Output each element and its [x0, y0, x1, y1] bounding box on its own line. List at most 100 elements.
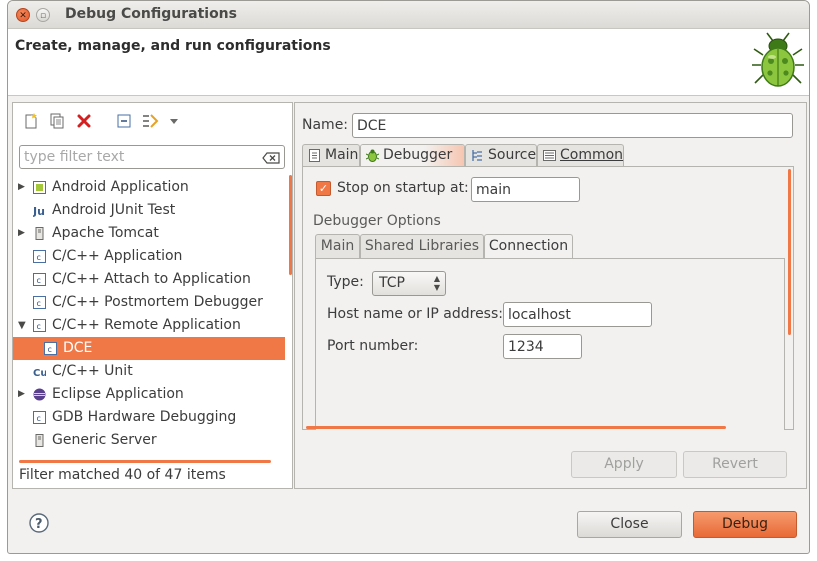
debug-configurations-window: ✕ ▫ Debug Configurations Create, manage,…: [7, 0, 810, 554]
configuration-list-pane: ▶ Android Application Ju Android JUnit T…: [12, 102, 293, 489]
tree-item-label: GDB Hardware Debugging: [52, 409, 237, 425]
debug-label: Debug: [721, 516, 769, 532]
tree-item-cpp-postmortem[interactable]: c C/C++ Postmortem Debugger: [13, 291, 285, 314]
connection-panel: Type: TCP ▲▼ Host name or IP address: Po…: [315, 258, 785, 430]
source-icon: [472, 150, 482, 161]
subtab-connection[interactable]: Connection: [484, 234, 573, 259]
tree-item-dce[interactable]: c DCE: [13, 337, 285, 360]
filter-input[interactable]: [20, 146, 252, 168]
svg-text:?: ?: [35, 517, 43, 532]
android-app-icon: [33, 181, 46, 194]
stop-on-startup-checkbox[interactable]: ✓: [316, 181, 331, 196]
port-input[interactable]: [503, 334, 582, 359]
svg-text:c: c: [48, 345, 52, 354]
revert-button[interactable]: Revert: [683, 451, 787, 478]
close-label: Close: [610, 516, 649, 532]
c-app-icon: c: [33, 273, 46, 286]
tab-common[interactable]: Common: [537, 144, 624, 166]
tree-item-label: C/C++ Remote Application: [52, 317, 241, 333]
svg-text:c: c: [37, 276, 41, 285]
clear-filter-icon[interactable]: [262, 152, 280, 164]
subtab-shared-libraries[interactable]: Shared Libraries: [360, 234, 484, 258]
main-tab-icon: [309, 149, 320, 162]
configuration-editor-pane: Name: Main Debugger Source Common ✓: [294, 102, 807, 489]
tree-item-cpp-application[interactable]: c C/C++ Application: [13, 245, 285, 268]
tree-item-label: DCE: [63, 340, 93, 356]
type-label: Type:: [327, 274, 364, 290]
type-select-value: TCP: [379, 275, 405, 291]
delete-icon[interactable]: [75, 112, 93, 130]
tree-item-label: C/C++ Unit: [52, 363, 133, 379]
c-app-icon: c: [33, 250, 46, 263]
editor-vertical-scrollbar[interactable]: [788, 169, 791, 335]
subtab-main[interactable]: Main: [315, 234, 360, 258]
spinner-arrows-icon: ▲ ▼: [433, 274, 440, 292]
tree-item-cpp-unit[interactable]: Cu C/C++ Unit: [13, 360, 285, 383]
type-select[interactable]: TCP ▲ ▼: [372, 271, 446, 296]
filter-status: Filter matched 40 of 47 items: [19, 467, 226, 483]
revert-label: Revert: [712, 456, 758, 472]
tree-item-android-application[interactable]: ▶ Android Application: [13, 176, 285, 199]
svg-text:c: c: [37, 414, 41, 423]
name-label: Name:: [302, 117, 349, 133]
collapse-all-icon[interactable]: [115, 112, 133, 130]
debug-bug-icon: [752, 32, 804, 87]
close-window-button[interactable]: ✕: [16, 8, 30, 22]
svg-text:c: c: [37, 322, 41, 331]
title-bar: ✕ ▫ Debug Configurations: [8, 1, 809, 29]
tab-label: Debugger: [383, 147, 453, 163]
tree-item-label: Android Application: [52, 179, 189, 195]
expand-arrow-icon[interactable]: ▶: [18, 383, 28, 406]
stop-on-startup-input[interactable]: [471, 177, 580, 202]
tree-item-android-junit-test[interactable]: Ju Android JUnit Test: [13, 199, 285, 222]
tab-label: Source: [488, 147, 537, 163]
banner-heading: Create, manage, and run configurations: [15, 38, 331, 54]
dropdown-arrow-icon[interactable]: [165, 112, 183, 130]
apply-button[interactable]: Apply: [571, 451, 677, 478]
expand-arrow-icon[interactable]: ▶: [18, 176, 28, 199]
c-app-icon: c: [33, 411, 46, 424]
bug-icon: [366, 149, 379, 162]
filter-field[interactable]: [19, 145, 285, 169]
tree-item-apache-tomcat[interactable]: ▶ Apache Tomcat: [13, 222, 285, 245]
tree-item-eclipse-application[interactable]: ▶ Eclipse Application: [13, 383, 285, 406]
tab-debugger[interactable]: Debugger: [360, 144, 465, 167]
window-title: Debug Configurations: [65, 6, 237, 22]
minimize-window-button[interactable]: ▫: [36, 8, 50, 22]
collapse-arrow-icon[interactable]: ▼: [18, 314, 28, 337]
host-input[interactable]: [503, 302, 652, 327]
name-input[interactable]: [352, 113, 793, 138]
configuration-tree: ▶ Android Application Ju Android JUnit T…: [13, 176, 285, 463]
close-button[interactable]: Close: [577, 511, 682, 538]
tree-horizontal-scrollbar[interactable]: [19, 460, 271, 463]
stop-on-startup-label: Stop on startup at:: [337, 180, 469, 196]
tab-source[interactable]: Source: [465, 144, 537, 166]
tree-item-cpp-remote-application[interactable]: ▼ c C/C++ Remote Application: [13, 314, 285, 337]
editor-horizontal-scrollbar[interactable]: [306, 426, 726, 429]
expand-arrow-icon[interactable]: ▶: [18, 222, 28, 245]
server-icon: [35, 227, 44, 240]
debugger-options-label: Debugger Options: [313, 213, 441, 229]
tree-item-cpp-attach[interactable]: c C/C++ Attach to Application: [13, 268, 285, 291]
tree-item-label: C/C++ Postmortem Debugger: [52, 294, 263, 310]
duplicate-icon[interactable]: [48, 112, 66, 130]
tree-item-label: C/C++ Attach to Application: [52, 271, 251, 287]
tree-vertical-scrollbar[interactable]: [289, 175, 292, 275]
svg-text:Cu: Cu: [33, 368, 46, 378]
new-launch-configuration-icon[interactable]: [22, 112, 40, 130]
config-toolbar: [13, 103, 292, 139]
subtab-label: Connection: [488, 238, 569, 254]
tab-label: Common: [560, 147, 624, 163]
filter-icon[interactable]: [141, 112, 159, 130]
svg-text:Ju: Ju: [33, 205, 45, 217]
debug-button[interactable]: Debug: [693, 511, 797, 538]
subtab-label: Shared Libraries: [364, 238, 480, 254]
port-label: Port number:: [327, 338, 419, 354]
debugger-tab-body: ✓ Stop on startup at: Debugger Options M…: [302, 166, 794, 430]
tab-main[interactable]: Main: [302, 144, 360, 166]
tree-item-gdb-hardware-debugging[interactable]: c GDB Hardware Debugging: [13, 406, 285, 429]
tree-item-generic-server[interactable]: Generic Server: [13, 429, 285, 452]
host-label: Host name or IP address:: [327, 306, 503, 322]
tree-item-label: Apache Tomcat: [52, 225, 159, 241]
help-icon[interactable]: ?: [29, 513, 49, 533]
